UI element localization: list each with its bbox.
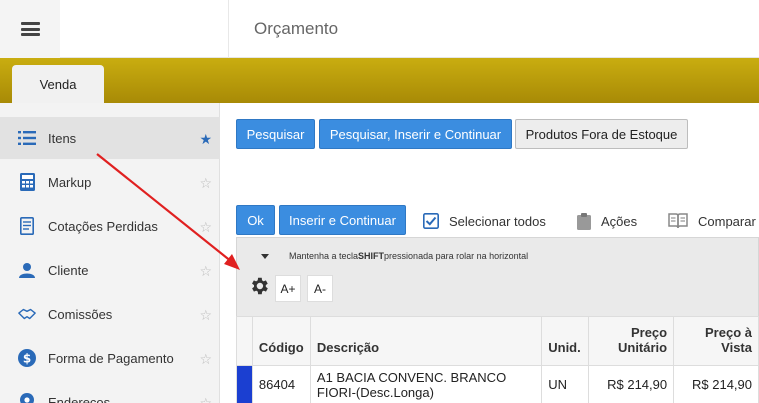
hamburger-menu-button[interactable]: [0, 0, 60, 58]
star-outline-icon[interactable]: ☆: [199, 395, 212, 403]
cell-codigo[interactable]: 86404: [251, 365, 311, 403]
cell-preco-vista: R$ 214,90: [673, 365, 759, 403]
hint-key: SHIFT: [358, 251, 385, 261]
sidebar-item-label: Forma de Pagamento: [48, 350, 174, 366]
gear-icon[interactable]: [248, 275, 270, 297]
list-icon: [18, 129, 36, 147]
sidebar-item-cotacoes-perdidas[interactable]: Cotações Perdidas ☆: [0, 205, 220, 247]
sidebar-item-label: Cliente: [48, 262, 89, 278]
sidebar-item-itens[interactable]: Itens ★: [0, 117, 220, 159]
insert-continue-button[interactable]: Inserir e Continuar: [279, 205, 406, 235]
selection-header: [236, 316, 253, 366]
star-filled-icon[interactable]: ★: [199, 131, 212, 148]
clipboard-icon: [577, 212, 591, 230]
title-area: Orçamento: [228, 0, 338, 58]
table-header-row: Código Descrição Unid. Preço Unitário Pr…: [236, 316, 759, 366]
sidebar-item-label: Endereços: [48, 394, 111, 403]
column-header-codigo[interactable]: Código: [251, 316, 311, 366]
star-outline-icon[interactable]: ☆: [199, 175, 212, 192]
scroll-hint: Mantenha a tecla SHIFT pressionada para …: [261, 251, 528, 261]
select-all-toggle[interactable]: Selecionar todos: [423, 211, 546, 231]
user-icon: [18, 261, 36, 279]
book-icon: [668, 213, 688, 229]
column-header-preco-vista[interactable]: Preço à Vista: [673, 316, 759, 366]
top-bar: Orçamento: [0, 0, 759, 58]
tab-strip: Venda: [0, 58, 759, 103]
svg-text:$: $: [23, 352, 31, 366]
handshake-icon: [18, 305, 36, 323]
star-outline-icon[interactable]: ☆: [199, 351, 212, 368]
star-outline-icon[interactable]: ☆: [199, 219, 212, 236]
caret-down-icon[interactable]: [261, 253, 269, 259]
sidebar-item-enderecos[interactable]: Endereços ☆: [0, 381, 220, 403]
font-increase-button[interactable]: A+: [275, 275, 301, 302]
compare-button[interactable]: Comparar: [668, 211, 756, 231]
hint-prefix: Mantenha a tecla: [289, 251, 359, 261]
star-outline-icon[interactable]: ☆: [199, 307, 212, 324]
sidebar: Itens ★ Markup ☆ Cotações Perdidas ☆ Cli…: [0, 103, 220, 403]
cell-descricao: A1 BACIA CONVENC. BRANCO FIORI-(Desc.Lon…: [309, 365, 543, 403]
sidebar-item-markup[interactable]: Markup ☆: [0, 161, 220, 203]
select-all-label: Selecionar todos: [449, 213, 546, 229]
column-header-preco-unitario[interactable]: Preço Unitário: [588, 316, 675, 366]
sidebar-item-label: Itens: [48, 130, 77, 146]
cell-preco-unitario: R$ 214,90: [588, 365, 675, 403]
font-decrease-button[interactable]: A-: [307, 275, 333, 302]
tab-venda[interactable]: Venda: [12, 65, 104, 103]
sidebar-item-label: Cotações Perdidas: [48, 218, 158, 234]
cell-unid: UN: [541, 365, 590, 403]
sidebar-item-comissoes[interactable]: Comissões ☆: [0, 293, 220, 335]
star-outline-icon[interactable]: ☆: [199, 263, 212, 280]
hint-suffix: pressionada para rolar na horizontal: [384, 251, 529, 261]
table-row[interactable]: 86404 A1 BACIA CONVENC. BRANCO FIORI-(De…: [236, 365, 759, 403]
search-insert-continue-button[interactable]: Pesquisar, Inserir e Continuar: [319, 119, 512, 149]
row-selection-indicator[interactable]: [236, 365, 253, 403]
items-table: Código Descrição Unid. Preço Unitário Pr…: [236, 316, 759, 403]
out-of-stock-products-button[interactable]: Produtos Fora de Estoque: [515, 119, 688, 149]
search-button[interactable]: Pesquisar: [236, 119, 315, 149]
column-header-descricao[interactable]: Descrição: [309, 316, 543, 366]
actions-menu[interactable]: Ações: [577, 211, 637, 231]
column-header-unid[interactable]: Unid.: [541, 316, 590, 366]
sidebar-item-forma-de-pagamento[interactable]: $ Forma de Pagamento ☆: [0, 337, 220, 379]
calculator-icon: [18, 173, 36, 191]
map-pin-icon: [18, 393, 36, 403]
sidebar-item-label: Comissões: [48, 306, 113, 322]
checkbox-checked-icon: [423, 213, 439, 229]
compare-label: Comparar: [698, 213, 756, 229]
document-icon: [18, 217, 36, 235]
sidebar-item-cliente[interactable]: Cliente ☆: [0, 249, 220, 291]
page-title: Orçamento: [254, 19, 339, 38]
actions-label: Ações: [601, 213, 638, 229]
dollar-icon: $: [18, 349, 36, 367]
ok-button[interactable]: Ok: [236, 205, 275, 235]
hamburger-icon: [20, 22, 40, 36]
sidebar-item-label: Markup: [48, 174, 92, 190]
